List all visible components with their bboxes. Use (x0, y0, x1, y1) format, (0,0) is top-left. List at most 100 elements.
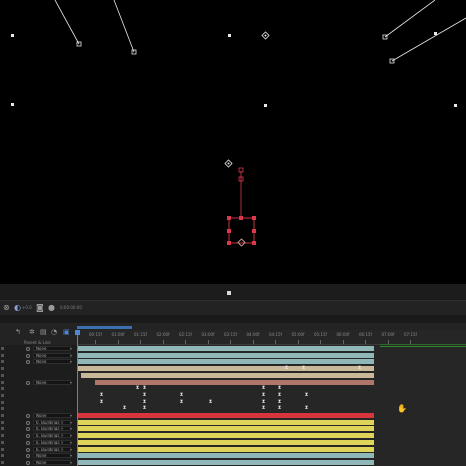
layer-duration-bar[interactable] (78, 426, 374, 432)
layer-row[interactable] (0, 393, 77, 399)
layer-duration-bar[interactable] (78, 439, 374, 445)
keyframe-icon[interactable]: ⧗ (142, 406, 147, 411)
draft-3d-icon[interactable]: ✲ (29, 327, 35, 337)
layer-row[interactable]: None ▾ (0, 352, 77, 359)
visibility-icon[interactable] (1, 407, 4, 411)
visibility-icon[interactable] (1, 353, 4, 357)
panel-divider[interactable] (0, 315, 466, 323)
parent-dropdown[interactable]: 6. Buildings_F (33, 426, 71, 432)
layer-duration-bar[interactable] (78, 359, 374, 365)
layer-duration-bar[interactable] (78, 419, 374, 425)
chevron-down-icon[interactable]: ▾ (70, 346, 72, 351)
pick-whip-icon[interactable] (26, 353, 30, 358)
chevron-down-icon[interactable]: ▾ (70, 353, 72, 358)
keyframe-icon[interactable]: ⧗ (135, 386, 140, 391)
visibility-icon[interactable] (1, 420, 4, 424)
layer-row[interactable] (0, 366, 77, 372)
keyframe-icon[interactable]: ⧗ (99, 399, 104, 405)
keyframe-icon[interactable]: ⧗ (357, 366, 362, 371)
motion-blur-icon[interactable]: ◔ (51, 327, 57, 337)
pick-whip-icon[interactable] (26, 347, 30, 351)
layer-duration-bar[interactable] (78, 346, 374, 351)
visibility-icon[interactable] (1, 447, 4, 451)
keyframe-icon[interactable]: ⧗ (277, 399, 282, 405)
visibility-icon[interactable] (1, 400, 4, 404)
pick-whip-icon[interactable] (26, 434, 30, 439)
chevron-down-icon[interactable]: ▾ (70, 380, 72, 385)
visibility-icon[interactable] (1, 414, 4, 417)
playhead[interactable] (77, 330, 78, 466)
graph-editor-icon[interactable]: ▣ (63, 327, 70, 337)
keyframe-icon[interactable]: ⧗ (277, 406, 282, 411)
region-of-interest-icon[interactable]: ⊗ (3, 303, 10, 313)
pick-whip-icon[interactable] (26, 360, 30, 365)
chevron-down-icon[interactable]: ▾ (70, 426, 72, 431)
pick-whip-icon[interactable] (26, 420, 30, 425)
keyframe-icon[interactable]: ⧗ (122, 406, 127, 411)
pick-whip-icon[interactable] (26, 440, 30, 445)
pick-whip-icon[interactable] (26, 427, 30, 432)
visibility-icon[interactable] (1, 387, 4, 391)
visibility-icon[interactable] (1, 380, 4, 384)
parent-dropdown[interactable]: None (33, 346, 71, 351)
layer-row[interactable]: None ▾ (0, 453, 77, 459)
scroll-handle[interactable] (227, 291, 231, 295)
keyframe-icon[interactable]: ⧗ (284, 366, 289, 371)
keyframe-icon[interactable]: ⧗ (142, 399, 147, 405)
exposure-icon[interactable]: ◐ (14, 303, 21, 313)
layer-row[interactable]: 6. Buildings_F ▾ (0, 446, 77, 453)
time-ruler[interactable]: 00:15f 01:00f 01:15f 02:00f 02:15f 03:00f 03:1… (77, 330, 466, 345)
visibility-icon[interactable] (1, 440, 4, 444)
pick-whip-icon[interactable] (26, 454, 30, 459)
layer-duration-bar[interactable] (78, 352, 374, 358)
chevron-down-icon[interactable]: ▾ (70, 447, 72, 452)
parent-dropdown[interactable]: 6. Buildings_F (33, 419, 71, 425)
pick-whip-icon[interactable] (26, 447, 30, 452)
keyframe-icon[interactable]: ⧗ (301, 366, 306, 371)
visibility-icon[interactable] (1, 373, 4, 377)
exposure-value[interactable]: +0.0 (22, 304, 32, 312)
layer-duration-bar[interactable] (81, 372, 374, 378)
layer-row[interactable] (0, 373, 77, 379)
keyframe-icon[interactable]: ⧗ (277, 392, 282, 398)
keyframe-icon[interactable]: ⧗ (142, 392, 147, 398)
layer-row[interactable]: 6. Buildings_F ▾ (0, 439, 77, 446)
layer-duration-bar[interactable] (78, 433, 374, 439)
visibility-icon[interactable] (1, 360, 4, 364)
visibility-icon[interactable] (1, 393, 4, 397)
chevron-down-icon[interactable]: ▾ (70, 413, 72, 418)
pick-whip-icon[interactable] (26, 460, 30, 465)
parent-dropdown[interactable]: None (33, 459, 71, 465)
parent-dropdown[interactable]: None (33, 453, 71, 459)
pick-whip-icon[interactable] (26, 414, 30, 418)
chevron-down-icon[interactable]: ▾ (70, 440, 72, 445)
visibility-icon[interactable] (1, 454, 4, 458)
layer-row[interactable]: None ▾ (0, 346, 77, 352)
frame-blending-icon[interactable]: ▤ (40, 327, 47, 337)
camera-icon[interactable]: ◙ (36, 303, 44, 313)
playhead-handle[interactable] (75, 330, 80, 335)
keyframe-icon[interactable]: ⧗ (179, 392, 184, 398)
chevron-down-icon[interactable]: ▾ (70, 453, 72, 458)
visibility-icon[interactable] (1, 367, 4, 371)
keyframe-icon[interactable]: ⧗ (99, 392, 104, 398)
layer-row[interactable]: 6. Buildings_F ▾ (0, 426, 77, 432)
chevron-down-icon[interactable]: ▾ (70, 359, 72, 364)
parent-dropdown[interactable]: 6. Buildings_F (33, 439, 71, 445)
keyframe-icon[interactable]: ⧗ (304, 406, 309, 411)
keyframe-icon[interactable]: ⧗ (261, 399, 266, 405)
visibility-icon[interactable] (1, 427, 4, 431)
layer-duration-bar[interactable] (95, 379, 374, 385)
layer-row[interactable]: 6. Buildings_F ▾ (0, 419, 77, 426)
keyframe-icon[interactable]: ⧗ (261, 386, 266, 391)
parent-dropdown[interactable]: None (33, 359, 71, 365)
keyframe-icon[interactable]: ⧗ (179, 399, 184, 405)
layer-duration-bar[interactable] (78, 459, 374, 465)
layer-row[interactable]: None ▾ (0, 379, 77, 386)
keyframe-icon[interactable]: ⧗ (142, 386, 147, 391)
chevron-down-icon[interactable]: ▾ (70, 460, 72, 465)
layer-duration-bar[interactable] (78, 413, 374, 418)
keyframe-icon[interactable]: ⧗ (261, 406, 266, 411)
composition-viewer[interactable] (0, 0, 466, 284)
keyframe-icon[interactable]: ⧗ (304, 392, 309, 398)
